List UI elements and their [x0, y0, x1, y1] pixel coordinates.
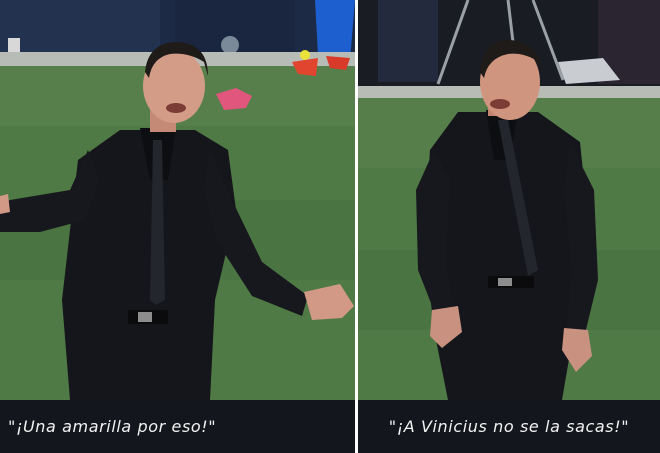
photo-collage: "¡Una amarilla por eso!" "¡A Vinicius no… [0, 0, 660, 453]
right-caption: "¡A Vinicius no se la sacas!" [388, 417, 630, 436]
right-caption-bar: "¡A Vinicius no se la sacas!" [358, 400, 660, 453]
right-photo-panel: "¡A Vinicius no se la sacas!" [358, 0, 660, 453]
left-photo [0, 0, 355, 400]
left-caption: "¡Una amarilla por eso!" [8, 417, 217, 436]
left-caption-bar: "¡Una amarilla por eso!" [0, 400, 355, 453]
left-photo-panel: "¡Una amarilla por eso!" [0, 0, 355, 453]
right-photo [358, 0, 660, 400]
